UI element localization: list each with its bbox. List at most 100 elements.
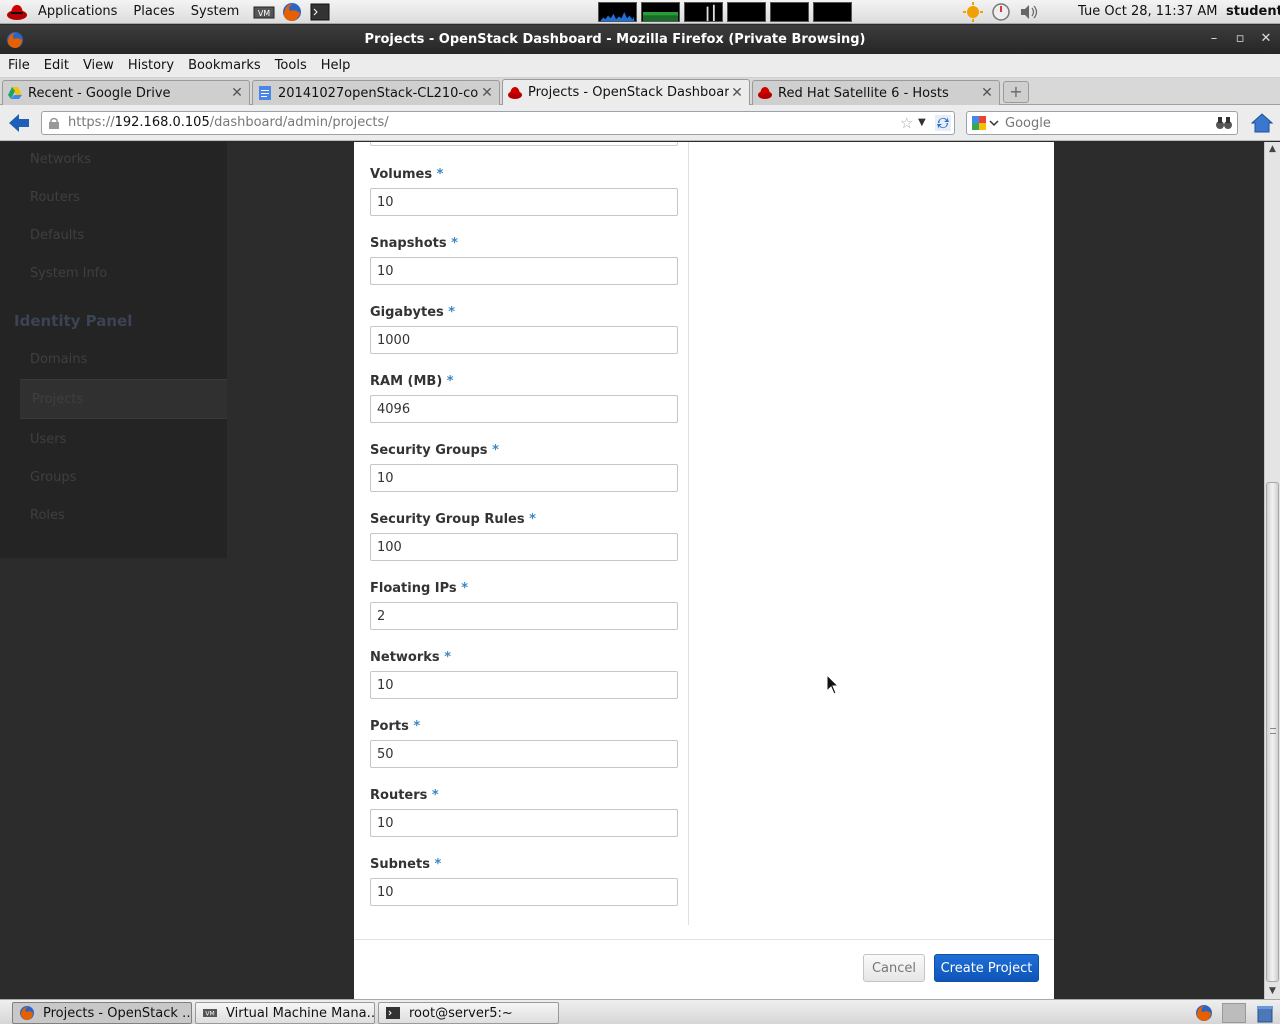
close-tab-icon[interactable]: ✕: [479, 85, 495, 101]
menu-view[interactable]: View: [76, 58, 121, 73]
column-divider: [688, 142, 689, 925]
networks-field[interactable]: [370, 671, 678, 699]
security-group-rules-field[interactable]: [370, 533, 678, 561]
tab-google-drive[interactable]: Recent - Google Drive ✕: [2, 80, 250, 105]
cancel-button[interactable]: Cancel: [863, 954, 925, 982]
required-mark: *: [529, 512, 536, 527]
google-search-engine-icon[interactable]: [971, 115, 1001, 131]
firefox-launcher-icon[interactable]: [281, 2, 303, 22]
terminal-launcher-icon[interactable]: [309, 2, 331, 22]
sidebar-item-routers[interactable]: Routers: [30, 190, 80, 205]
required-mark: *: [451, 236, 458, 251]
clock-applet-icon[interactable]: [990, 2, 1012, 22]
mouse-pointer-icon: [826, 674, 840, 695]
taskbar-item-terminal[interactable]: root@server5:~: [378, 1002, 559, 1024]
places-menu[interactable]: Places: [125, 0, 182, 24]
system-menu[interactable]: System: [183, 0, 247, 24]
tab-satellite-hosts[interactable]: Red Hat Satellite 6 - Hosts ✕: [752, 80, 1000, 105]
url-text[interactable]: https://192.168.0.105/dashboard/admin/pr…: [68, 112, 389, 134]
menu-bookmarks[interactable]: Bookmarks: [181, 58, 268, 73]
new-tab-button[interactable]: +: [1003, 81, 1029, 103]
modal-footer: Cancel Create Project: [354, 939, 1054, 999]
snapshots-field[interactable]: [370, 257, 678, 285]
search-binoculars-icon[interactable]: [1215, 115, 1233, 131]
scroll-down-arrow-icon[interactable]: ▼: [1265, 984, 1280, 999]
close-tab-icon[interactable]: ✕: [979, 85, 995, 101]
ram-field[interactable]: [370, 395, 678, 423]
redhat-logo-icon[interactable]: [6, 2, 28, 22]
sidebar-item-networks[interactable]: Networks: [30, 152, 91, 167]
volumes-field[interactable]: [370, 188, 678, 216]
maximize-button[interactable]: ▫: [1232, 31, 1248, 47]
url-host: 192.168.0.105: [114, 115, 210, 130]
required-mark: *: [444, 650, 451, 665]
sidebar-item-system-info[interactable]: System Info: [30, 266, 107, 281]
bookmark-star-icon[interactable]: ☆: [900, 115, 916, 131]
menu-help[interactable]: Help: [314, 58, 358, 73]
site-identity-icon[interactable]: [48, 117, 60, 130]
user-name[interactable]: student: [1226, 0, 1280, 24]
trash-icon[interactable]: [1254, 1002, 1276, 1024]
volume-icon[interactable]: [1018, 2, 1040, 22]
taskbar-item-firefox[interactable]: Projects - OpenStack …: [12, 1002, 192, 1024]
menu-file[interactable]: File: [0, 58, 37, 73]
required-mark: *: [431, 788, 439, 803]
sidebar-item-domains[interactable]: Domains: [30, 352, 87, 367]
scroll-up-arrow-icon[interactable]: ▲: [1265, 142, 1280, 157]
required-mark: *: [492, 443, 499, 458]
workspace-switcher[interactable]: [1222, 1003, 1246, 1023]
identity-panel-heading[interactable]: Identity Panel: [14, 312, 132, 330]
sidebar-item-roles[interactable]: Roles: [30, 508, 65, 523]
floating-ips-label: Floating IPs *: [370, 581, 469, 596]
tab-openstack-projects[interactable]: Projects - OpenStack Dashboard ✕: [502, 79, 750, 105]
scrollbar-thumb[interactable]: [1266, 482, 1279, 982]
partially-visible-field[interactable]: [370, 142, 678, 146]
system-monitor-applet[interactable]: [598, 2, 852, 22]
sidebar-item-groups[interactable]: Groups: [30, 470, 76, 485]
sidebar-item-users[interactable]: Users: [30, 432, 66, 447]
close-tab-icon[interactable]: ✕: [229, 85, 245, 101]
svg-text:VM: VM: [258, 9, 270, 18]
clock-text[interactable]: Tue Oct 28, 11:37 AM: [1078, 0, 1217, 24]
sidebar-item-defaults[interactable]: Defaults: [30, 228, 84, 243]
url-path: /dashboard/admin/projects/: [209, 115, 389, 130]
routers-field[interactable]: [370, 809, 678, 837]
minimize-button[interactable]: –: [1206, 31, 1222, 47]
close-tab-icon[interactable]: ✕: [729, 85, 745, 101]
applications-menu[interactable]: Applications: [30, 0, 125, 24]
ports-field[interactable]: [370, 740, 678, 768]
menu-history[interactable]: History: [121, 58, 181, 73]
menu-edit[interactable]: Edit: [37, 58, 76, 73]
home-icon[interactable]: [1250, 112, 1274, 134]
url-bar[interactable]: https://192.168.0.105/dashboard/admin/pr…: [41, 111, 955, 135]
taskbar-item-virt-manager[interactable]: VM Virtual Machine Mana…: [195, 1002, 375, 1024]
reload-icon[interactable]: [934, 115, 952, 131]
url-history-dropdown-icon[interactable]: ▼: [918, 115, 932, 131]
virt-manager-icon: VM: [203, 1009, 217, 1018]
update-notifier-icon[interactable]: [962, 2, 984, 22]
vertical-scrollbar[interactable]: ▲ ▼: [1264, 142, 1280, 999]
url-scheme: https://: [68, 115, 115, 130]
security-group-rules-label: Security Group Rules *: [370, 512, 536, 527]
search-input[interactable]: [1005, 113, 1205, 133]
close-window-button[interactable]: ✕: [1258, 31, 1274, 47]
menu-tools[interactable]: Tools: [268, 58, 314, 73]
gigabytes-field[interactable]: [370, 326, 678, 354]
google-docs-icon: [259, 86, 271, 100]
floating-ips-field[interactable]: [370, 602, 678, 630]
ram-label: RAM (MB) *: [370, 374, 454, 389]
firefox-tray-icon[interactable]: [1192, 1002, 1216, 1024]
menu-bar: File Edit View History Bookmarks Tools H…: [0, 54, 1280, 78]
scrollbar-grip: [1270, 728, 1276, 734]
window-titlebar[interactable]: Projects - OpenStack Dashboard - Mozilla…: [0, 25, 1280, 54]
back-arrow-icon[interactable]: [6, 111, 32, 135]
load-graph-icon: [770, 2, 809, 22]
firefox-icon: [20, 1006, 34, 1020]
security-groups-field[interactable]: [370, 464, 678, 492]
redhat-icon: [758, 87, 772, 99]
subnets-field[interactable]: [370, 878, 678, 906]
virt-manager-launcher-icon[interactable]: VM: [253, 2, 275, 22]
create-project-button[interactable]: Create Project: [934, 954, 1039, 982]
sidebar-item-projects[interactable]: Projects: [32, 392, 83, 407]
tab-google-doc[interactable]: 20141027openStack-CL210-cou… ✕: [252, 80, 500, 105]
